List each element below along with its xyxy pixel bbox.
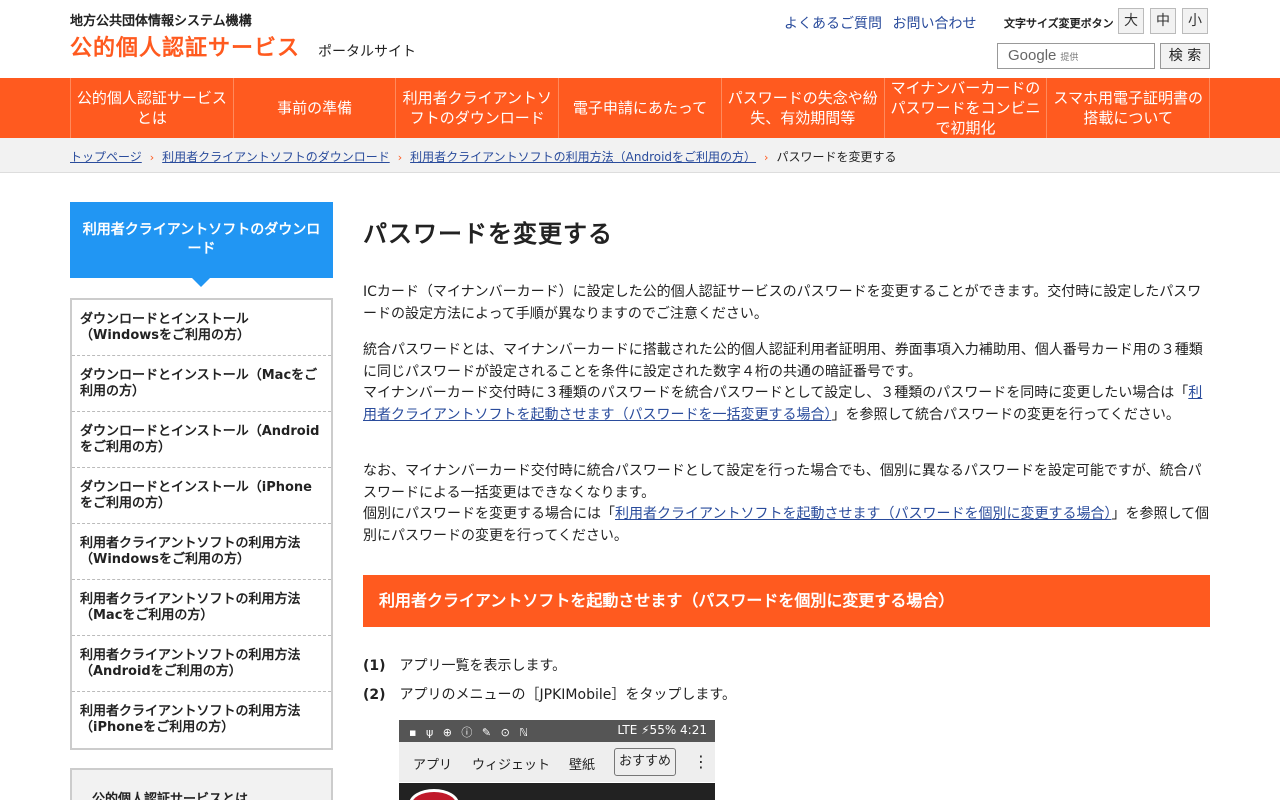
page-title: パスワードを変更する <box>363 220 613 248</box>
breadcrumb-separator: › <box>764 151 769 164</box>
individual-password-text: なお、マイナンバーカード交付時に統合パスワードとして設定を行った場合でも、個別に… <box>363 463 1202 501</box>
sidebar-item-install-mac[interactable]: ダウンロードとインストール（Macをご利用の方） <box>72 356 331 412</box>
site-subtitle: ポータルサイト <box>318 44 416 60</box>
org-name: 地方公共団体情報システム機構 <box>70 14 252 29</box>
more-vert-icon: ⋮ <box>693 752 709 771</box>
font-medium-button[interactable]: 中 <box>1150 8 1176 34</box>
unified-password-paragraph: 統合パスワードとは、マイナンバーカードに搭載された公的個人認証利用者証明用、券面… <box>363 340 1210 426</box>
nav-item-convenience-store[interactable]: マイナンバーカードのパスワードをコンビニで初期化 <box>883 78 1047 138</box>
sidebar-menu: ダウンロードとインストール（Windowsをご利用の方） ダウンロードとインスト… <box>70 298 333 750</box>
nav-item-about[interactable]: 公的個人認証サービスとは <box>70 78 233 138</box>
nav-item-preparation[interactable]: 事前の準備 <box>232 78 396 138</box>
breadcrumb-top[interactable]: トップページ <box>70 150 142 164</box>
status-right: LTE ⚡55% 4:21 <box>617 723 707 737</box>
search-input[interactable]: Google 提供 <box>997 43 1155 69</box>
sidebar-heading[interactable]: 利用者クライアントソフトのダウンロード <box>70 202 333 278</box>
phone-app-area <box>399 783 715 800</box>
phone-screenshot: ▪ ψ ⊕ ⓘ ✎ ⊙ ℕ LTE ⚡55% 4:21 アプリ ウィジェット 壁… <box>399 720 715 800</box>
phone-tab-bar: アプリ ウィジェット 壁紙 おすすめ ⋮ <box>399 742 715 782</box>
nav-item-download[interactable]: 利用者クライアントソフトのダウンロード <box>395 78 558 138</box>
phone-tab-widgets: ウィジェット <box>472 758 551 773</box>
search-button[interactable]: 検 索 <box>1160 43 1210 69</box>
step-text: アプリ一覧を表示します。 <box>399 658 567 674</box>
unified-password-text: 統合パスワードとは、マイナンバーカードに搭載された公的個人認証利用者証明用、券面… <box>363 342 1203 380</box>
intro-paragraph: ICカード（マイナンバーカード）に設定した公的個人認証サービスのパスワードを変更… <box>363 282 1210 325</box>
phone-tab-recommended: おすすめ <box>614 748 676 776</box>
breadcrumb-separator: › <box>397 151 403 164</box>
unified-password-text-2: マイナンバーカード交付時に３種類のパスワードを統合パスワードとして設定し、３種類… <box>363 385 1189 401</box>
contact-link[interactable]: お問い合わせ <box>892 16 976 32</box>
sidebar-next-heading: 公的個人認証サービスとは <box>92 792 249 800</box>
individual-password-text-2: 個別にパスワードを変更する場合には「 <box>363 506 615 522</box>
phone-status-bar: ▪ ψ ⊕ ⓘ ✎ ⊙ ℕ LTE ⚡55% 4:21 <box>399 720 715 742</box>
font-large-button[interactable]: 大 <box>1118 8 1144 34</box>
breadcrumb-download[interactable]: 利用者クライアントソフトのダウンロード <box>162 150 390 164</box>
site-header: 地方公共団体情報システム機構 公的個人認証サービス ポータルサイト よくあるご質… <box>0 0 1280 78</box>
individual-password-paragraph: なお、マイナンバーカード交付時に統合パスワードとして設定を行った場合でも、個別に… <box>363 461 1210 547</box>
sidebar-item-usage-mac[interactable]: 利用者クライアントソフトの利用方法（Macをご利用の方） <box>72 580 331 636</box>
search-brand: Google <box>1008 47 1057 64</box>
breadcrumb-current: パスワードを変更する <box>776 150 897 164</box>
nav-item-password-lost[interactable]: パスワードの失念や紛失、有効期間等 <box>720 78 884 138</box>
step-item: (1) アプリ一覧を表示します。 <box>363 655 566 675</box>
phone-tab-apps: アプリ <box>413 758 453 773</box>
sidebar-item-install-windows[interactable]: ダウンロードとインストール（Windowsをご利用の方） <box>72 300 331 356</box>
font-size-label: 文字サイズ変更ボタン <box>1004 17 1114 30</box>
unified-password-text-3: 」を参照して統合パスワードの変更を行ってください。 <box>831 406 1180 423</box>
breadcrumb: トップページ › 利用者クライアントソフトのダウンロード › 利用者クライアントソフトの… <box>0 138 1280 173</box>
breadcrumb-android-usage[interactable]: 利用者クライアントソフトの利用方法（Androidをご利用の方） <box>410 150 756 164</box>
step-item: (2) アプリのメニューの［JPKIMobile］をタップします。 <box>363 684 736 704</box>
step-text: アプリのメニューの［JPKIMobile］をタップします。 <box>399 687 736 703</box>
font-small-button[interactable]: 小 <box>1182 8 1208 34</box>
breadcrumb-separator: › <box>149 151 155 164</box>
phone-tab-wallpaper: 壁紙 <box>569 758 596 773</box>
sidebar-item-install-android[interactable]: ダウンロードとインストール（Androidをご利用の方） <box>72 412 331 468</box>
sidebar-item-install-iphone[interactable]: ダウンロードとインストール（iPhoneをご利用の方） <box>72 468 331 524</box>
search-provided: 提供 <box>1060 53 1079 63</box>
nav-item-e-application[interactable]: 電子申請にあたって <box>558 78 721 138</box>
intro-text: ICカード（マイナンバーカード）に設定した公的個人認証サービスのパスワードを変更… <box>363 284 1202 322</box>
faq-link[interactable]: よくあるご質問 <box>784 16 882 32</box>
nav-item-smartphone-cert[interactable]: スマホ用電子証明書の搭載について <box>1046 78 1211 138</box>
step-number: (2) <box>363 687 386 703</box>
app-logo-icon <box>409 789 459 800</box>
sidebar-item-usage-android[interactable]: 利用者クライアントソフトの利用方法（Androidをご利用の方） <box>72 636 331 692</box>
header-links: よくあるご質問 お問い合わせ <box>784 13 982 33</box>
sidebar-next-section[interactable]: 公的個人認証サービスとは <box>70 768 333 800</box>
status-icons: ▪ ψ ⊕ ⓘ ✎ ⊙ ℕ <box>409 726 532 739</box>
sidebar-item-usage-iphone[interactable]: 利用者クライアントソフトの利用方法（iPhoneをご利用の方） <box>72 692 331 748</box>
sidebar-item-usage-windows[interactable]: 利用者クライアントソフトの利用方法（Windowsをご利用の方） <box>72 524 331 580</box>
step-number: (1) <box>363 658 386 674</box>
section-heading: 利用者クライアントソフトを起動させます（パスワードを個別に変更する場合） <box>363 575 1210 627</box>
sidebar-heading-arrow <box>191 277 211 287</box>
global-nav: 公的個人認証サービスとは 事前の準備 利用者クライアントソフトのダウンロード 電… <box>0 78 1280 138</box>
individual-change-link[interactable]: 利用者クライアントソフトを起動させます（パスワードを個別に変更する場合） <box>615 506 1111 522</box>
site-title[interactable]: 公的個人認証サービス <box>70 30 300 62</box>
